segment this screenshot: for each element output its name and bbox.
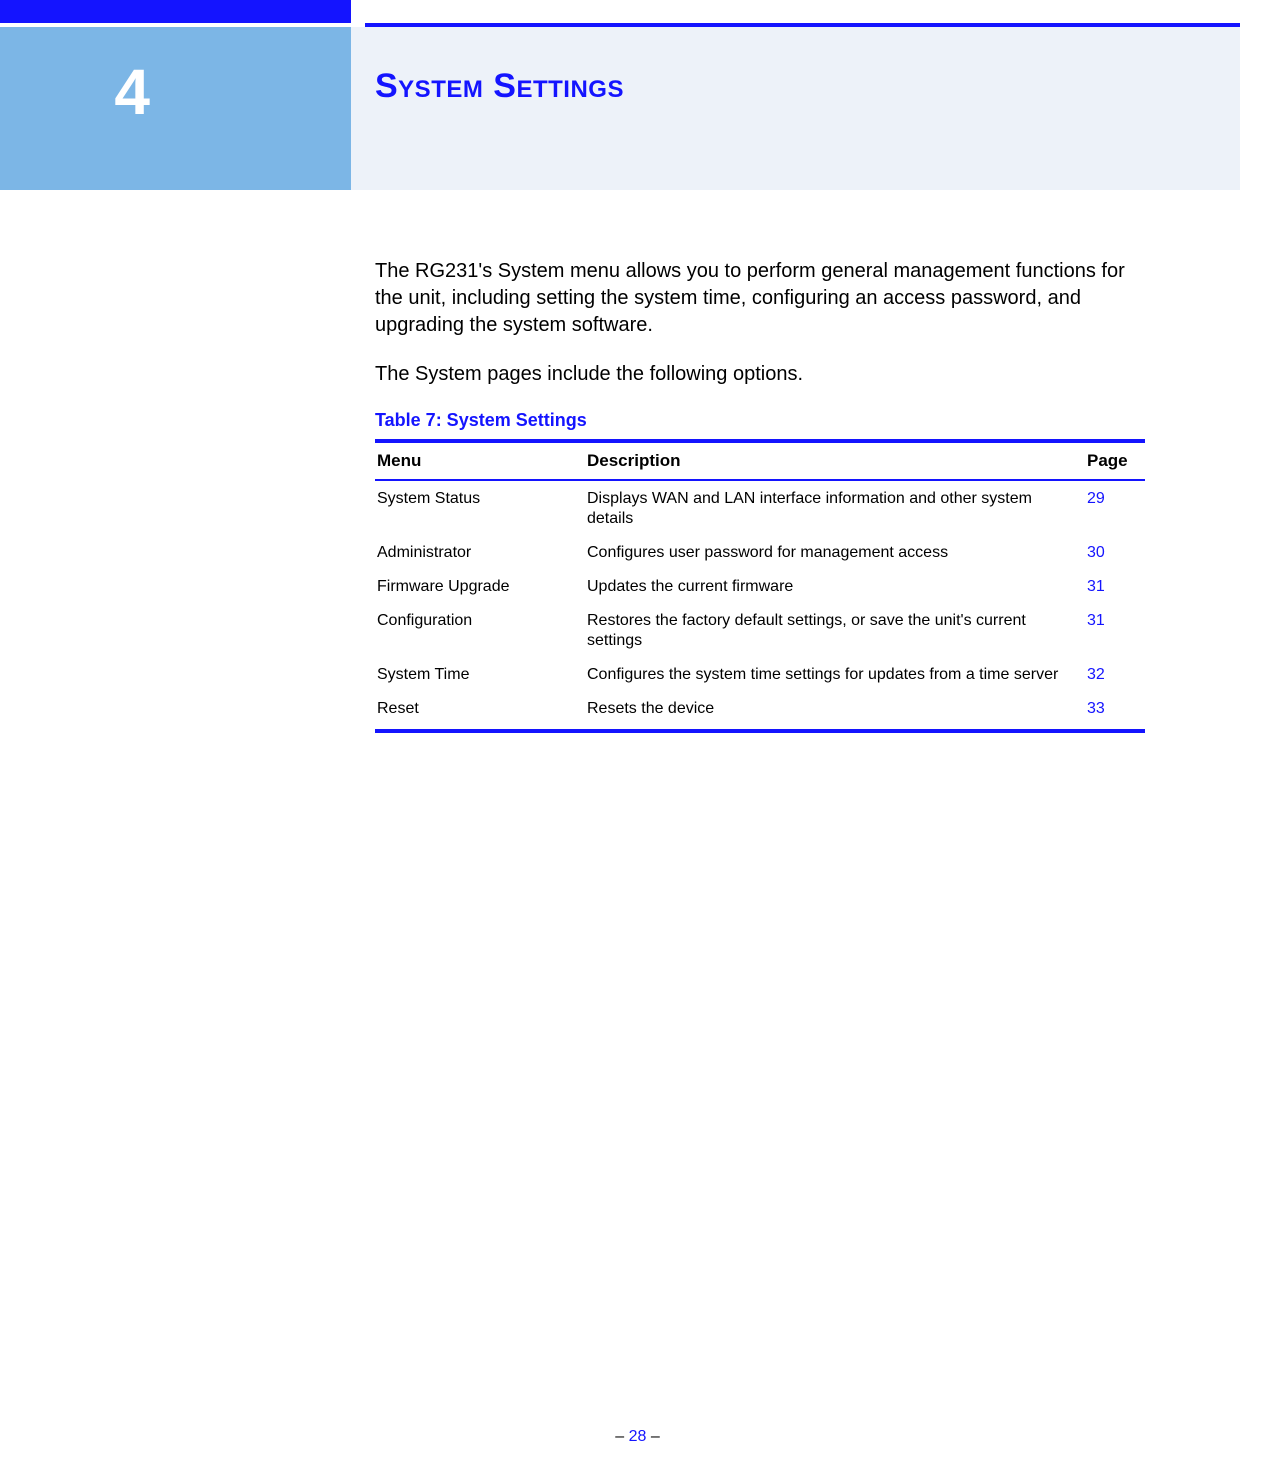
footer-dash-right: – <box>651 1428 660 1445</box>
table-header-description: Description <box>585 441 1085 480</box>
table-row: Reset Resets the device 33 <box>375 691 1145 731</box>
cell-menu: Administrator <box>375 535 585 569</box>
table-header-menu: Menu <box>375 441 585 480</box>
cell-description: Configures user password for management … <box>585 535 1085 569</box>
page-link[interactable]: 32 <box>1087 666 1105 683</box>
cell-description: Updates the current firmware <box>585 569 1085 603</box>
cell-menu: System Status <box>375 480 585 535</box>
page-link[interactable]: 33 <box>1087 700 1105 717</box>
cell-page: 33 <box>1085 691 1145 731</box>
intro-paragraph-1: The RG231's System menu allows you to pe… <box>375 258 1145 339</box>
top-left-accent-bar <box>0 0 351 23</box>
page-number: 28 <box>629 1428 647 1445</box>
cell-page: 32 <box>1085 657 1145 691</box>
cell-description: Restores the factory default settings, o… <box>585 603 1085 657</box>
system-settings-table: Menu Description Page System Status Disp… <box>375 439 1145 733</box>
table-row: Configuration Restores the factory defau… <box>375 603 1145 657</box>
chapter-title: System Settings <box>375 67 624 106</box>
cell-page: 30 <box>1085 535 1145 569</box>
page-link[interactable]: 31 <box>1087 612 1105 629</box>
table-caption: Table 7: System Settings <box>375 410 1145 431</box>
page-link[interactable]: 31 <box>1087 578 1105 595</box>
cell-menu: Firmware Upgrade <box>375 569 585 603</box>
cell-menu: Configuration <box>375 603 585 657</box>
intro-paragraph-2: The System pages include the following o… <box>375 361 1145 388</box>
page-footer: – 28 – <box>0 1428 1275 1446</box>
document-page: 4 System Settings The RG231's System men… <box>0 0 1275 1474</box>
page-link[interactable]: 29 <box>1087 490 1105 507</box>
cell-description: Resets the device <box>585 691 1085 731</box>
cell-menu: System Time <box>375 657 585 691</box>
chapter-header-band: 4 System Settings <box>0 27 1240 190</box>
cell-page: 31 <box>1085 603 1145 657</box>
cell-page: 31 <box>1085 569 1145 603</box>
page-link[interactable]: 30 <box>1087 544 1105 561</box>
cell-page: 29 <box>1085 480 1145 535</box>
table-row: System Status Displays WAN and LAN inter… <box>375 480 1145 535</box>
cell-menu: Reset <box>375 691 585 731</box>
cell-description: Displays WAN and LAN interface informati… <box>585 480 1085 535</box>
footer-dash-left: – <box>615 1428 628 1445</box>
body-content: The RG231's System menu allows you to pe… <box>375 258 1145 733</box>
table-row: Firmware Upgrade Updates the current fir… <box>375 569 1145 603</box>
table-row: Administrator Configures user password f… <box>375 535 1145 569</box>
cell-description: Configures the system time settings for … <box>585 657 1085 691</box>
table-row: System Time Configures the system time s… <box>375 657 1145 691</box>
chapter-number-tab: 4 <box>0 27 351 190</box>
chapter-number: 4 <box>0 55 150 129</box>
table-header-page: Page <box>1085 441 1145 480</box>
table-header-row: Menu Description Page <box>375 441 1145 480</box>
